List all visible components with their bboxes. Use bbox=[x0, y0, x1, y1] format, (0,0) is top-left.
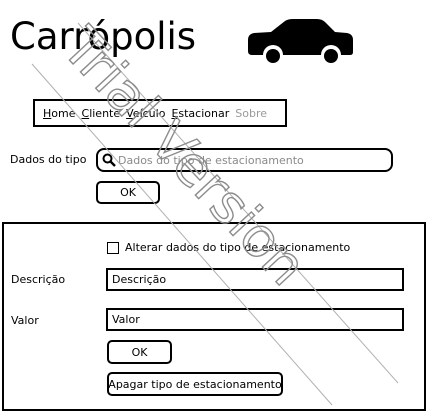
search-ok-button[interactable]: OK bbox=[96, 181, 160, 204]
dados-tipo-label: Dados do tipo bbox=[10, 153, 87, 166]
menu-item-sobre: Sobre bbox=[235, 106, 267, 120]
panel-ok-button[interactable]: OK bbox=[107, 340, 172, 364]
descricao-label: Descrição bbox=[11, 273, 66, 286]
car-icon bbox=[248, 19, 353, 63]
search-icon bbox=[102, 153, 116, 167]
alterar-checkbox[interactable] bbox=[107, 241, 119, 254]
app-title: Carrópolis bbox=[10, 15, 197, 58]
menu-item-cliente[interactable]: Cliente bbox=[82, 107, 121, 120]
alterar-checkbox-label: Alterar dados do tipo de estacionamento bbox=[125, 241, 351, 254]
alterar-checkbox-row[interactable]: Alterar dados do tipo de estacionamento bbox=[107, 241, 350, 254]
main-menu: Home Cliente Veículo Estacionar Sobre bbox=[33, 99, 287, 127]
valor-label: Valor bbox=[11, 314, 39, 327]
search-placeholder: Dados do tipo de estacionamento bbox=[118, 153, 304, 167]
menu-item-home[interactable]: Home bbox=[43, 107, 76, 120]
delete-tipo-button[interactable]: Apagar tipo de estacionamento bbox=[107, 372, 283, 396]
valor-input[interactable]: Valor bbox=[106, 308, 404, 331]
menu-item-veículo[interactable]: Veículo bbox=[126, 107, 165, 120]
descricao-input[interactable]: Descrição bbox=[106, 268, 404, 291]
menu-item-estacionar[interactable]: Estacionar bbox=[171, 107, 229, 120]
search-input[interactable]: Dados do tipo de estacionamento bbox=[96, 148, 393, 172]
